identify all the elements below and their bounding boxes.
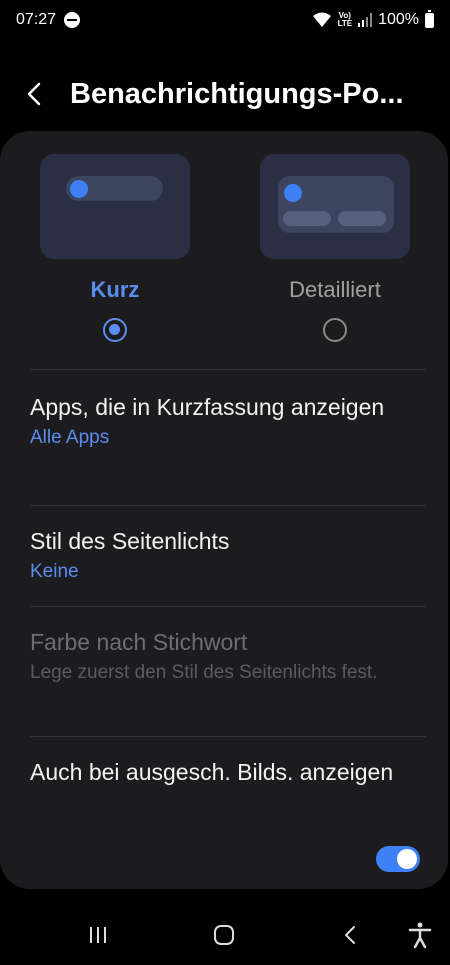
status-time: 07:27 — [16, 11, 57, 28]
detailed-preview-button — [338, 211, 386, 226]
divider — [30, 369, 426, 370]
edge-lighting-title: Stil des Seitenlichts — [30, 528, 230, 554]
apps-setting-title: Apps, die in Kurzfassung anzeigen — [30, 394, 385, 420]
battery-percent: 100% — [378, 11, 419, 28]
brief-preview-dot — [70, 179, 88, 198]
apps-setting-row[interactable]: Apps, die in Kurzfassung anzeigen Alle A… — [30, 390, 426, 452]
battery-icon — [425, 9, 434, 28]
divider — [30, 505, 426, 506]
brief-label: Kurz — [90, 277, 140, 302]
keyword-color-row: Farbe nach Stichwort Lege zuerst den Sti… — [30, 625, 426, 687]
style-option-detailed[interactable]: Detailliert — [260, 154, 410, 342]
apps-setting-value: Alle Apps — [30, 427, 110, 448]
screen-off-toggle[interactable] — [376, 846, 420, 872]
screen-off-row[interactable]: Auch bei ausgesch. Bilds. anzeigen — [30, 755, 426, 789]
detailed-preview-box — [278, 176, 394, 233]
detailed-preview[interactable] — [260, 154, 410, 259]
volte-indicator: Vo) LTE — [337, 11, 353, 28]
keyword-color-title: Farbe nach Stichwort — [30, 629, 248, 655]
app-bar: Benachrichtigungs-Po... — [0, 62, 450, 126]
brief-preview-pill — [66, 176, 163, 201]
home-icon[interactable] — [209, 920, 239, 950]
detailed-preview-dot — [284, 184, 302, 202]
signal-icon — [358, 13, 373, 27]
detailed-radio[interactable] — [323, 318, 347, 342]
divider — [30, 736, 426, 737]
detailed-preview-button — [283, 211, 331, 226]
edge-lighting-row[interactable]: Stil des Seitenlichts Keine — [30, 524, 426, 586]
detailed-label: Detailliert — [289, 277, 381, 302]
keyword-color-hint: Lege zuerst den Stil des Seitenlichts fe… — [30, 662, 378, 683]
brief-radio[interactable] — [103, 318, 127, 342]
screen: 07:27 Vo)LTE 100% Benachrichtigungs-Po. — [0, 0, 450, 965]
screen-off-title: Auch bei ausgesch. Bilds. anzeigen — [30, 759, 394, 785]
accessibility-icon[interactable] — [405, 920, 435, 950]
nav-back-icon[interactable] — [335, 920, 365, 950]
edge-lighting-value: Keine — [30, 561, 79, 582]
divider — [30, 606, 426, 607]
page-title: Benachrichtigungs-Po... — [70, 77, 404, 110]
wifi-icon — [312, 12, 331, 27]
brief-preview[interactable] — [40, 154, 190, 259]
navigation-bar — [0, 905, 450, 965]
settings-card: Kurz Detailliert Apps, die in Kurzfassun… — [0, 131, 448, 889]
style-option-brief[interactable]: Kurz — [40, 154, 190, 342]
recent-apps-icon[interactable] — [83, 920, 113, 950]
status-bar: 07:27 Vo) LTE 100% — [0, 0, 450, 40]
back-arrow-icon[interactable] — [20, 79, 50, 109]
do-not-disturb-icon — [64, 12, 81, 28]
